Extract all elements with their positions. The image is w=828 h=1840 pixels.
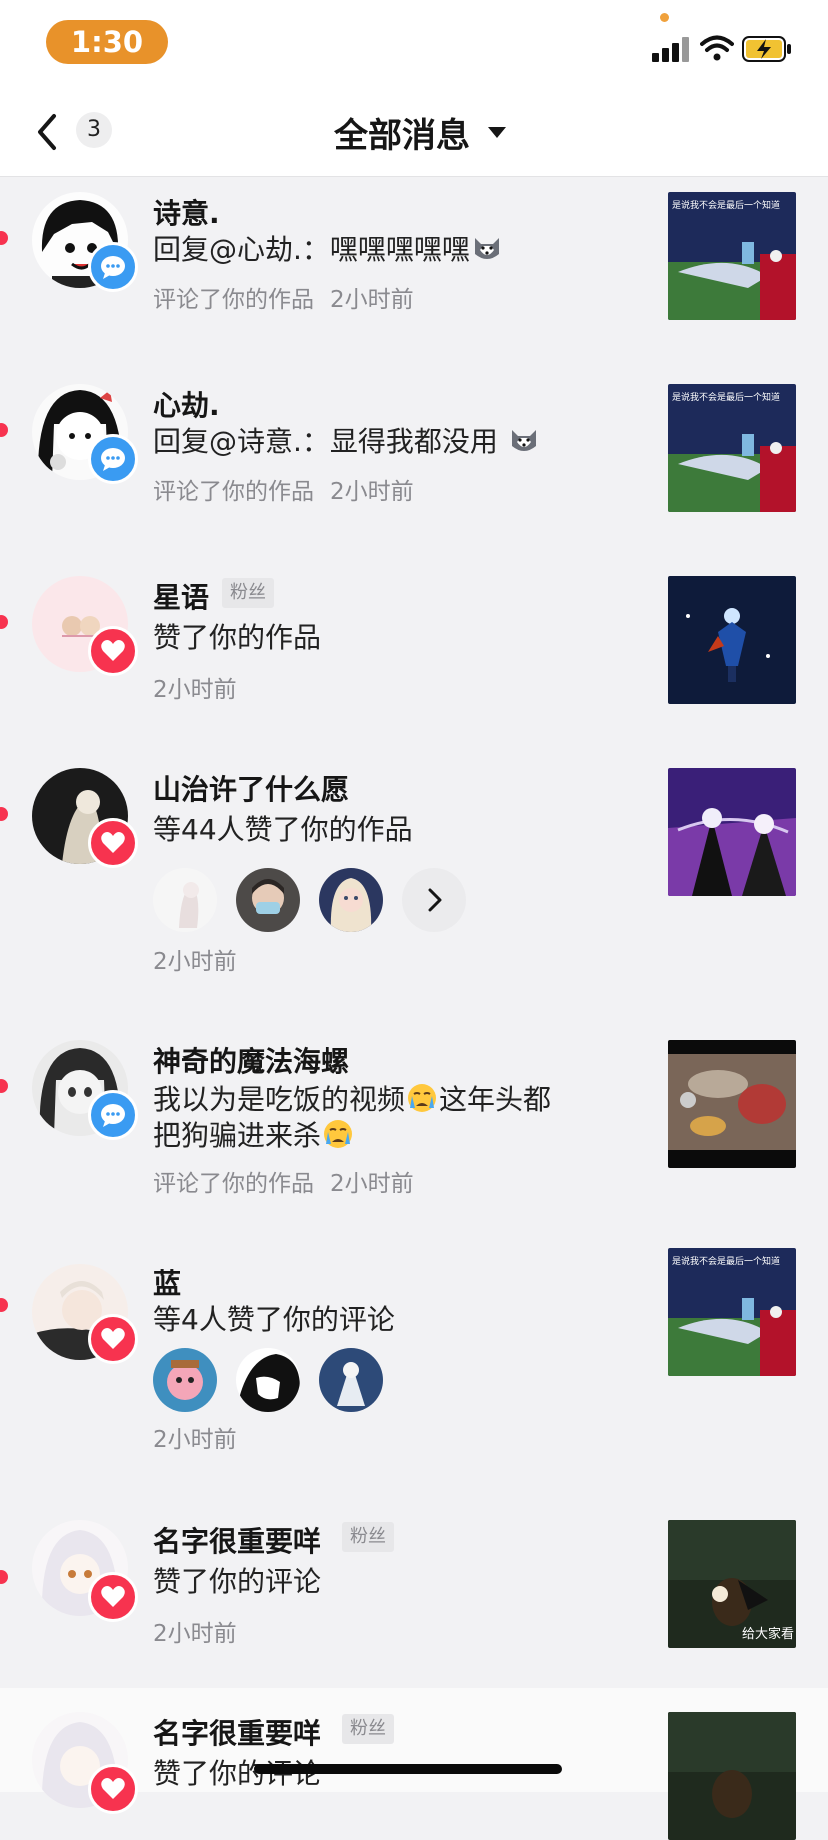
liker-avatar[interactable] (153, 868, 217, 932)
fan-tag: 粉丝 (342, 1714, 394, 1744)
unread-dot (0, 231, 8, 245)
post-thumbnail[interactable]: 是说我不会是最后一个知道 (668, 384, 796, 512)
more-likers-button[interactable] (402, 868, 466, 932)
nav-header: 3 全部消息 (0, 88, 828, 177)
comment-bubble-icon (88, 434, 138, 484)
user-name[interactable]: 山治许了什么愿 (153, 768, 349, 808)
home-indicator[interactable] (254, 1764, 562, 1774)
meta-time: 2小时前 (153, 949, 237, 975)
list-item[interactable]: 名字很重要咩 粉丝 赞了你的评论 2小时前 给大家看 (0, 1520, 828, 1688)
comment-bubble-icon (88, 242, 138, 292)
message-text: 等4人赞了你的评论 (153, 1303, 395, 1336)
user-name[interactable]: 名字很重要咩 (153, 1712, 321, 1752)
message-text: 回复@诗意.：显得我都没用 (153, 424, 623, 460)
liker-avatar[interactable] (153, 1348, 217, 1412)
thumb-caption: 是说我不会是最后一个知道 (672, 391, 780, 403)
list-item[interactable]: 诗意. 回复@心劫.：嘿嘿嘿嘿嘿 评论了你的作品 2小时前 是说我不会是最后一个知… (0, 176, 828, 368)
thumb-caption: 是说我不会是最后一个知道 (672, 199, 780, 211)
back-count-badge: 3 (76, 112, 112, 148)
heart-icon (88, 1314, 138, 1364)
user-name[interactable]: 星语 (153, 576, 209, 616)
fan-tag: 粉丝 (342, 1522, 394, 1552)
chevron-right-icon (428, 888, 442, 912)
thumb-caption: 给大家看 (742, 1626, 794, 1642)
meta-time: 2小时前 (153, 1427, 237, 1453)
user-name[interactable]: 神奇的魔法海螺 (153, 1040, 349, 1080)
list-item[interactable]: 名字很重要咩 粉丝 赞了你的评论 (0, 1712, 828, 1840)
user-name[interactable]: 名字很重要咩 (153, 1520, 321, 1560)
post-thumbnail[interactable]: 给大家看 (668, 1520, 796, 1648)
list-item[interactable]: 心劫. 回复@诗意.：显得我都没用 评论了你的作品 2小时前 是说我不会是最后一个… (0, 368, 828, 560)
wifi-icon (700, 35, 734, 61)
crying-face-emoji-icon (324, 1120, 353, 1148)
unread-dot (0, 1570, 8, 1584)
caret-down-icon (488, 126, 506, 138)
unread-dot (0, 423, 8, 437)
message-text: 回复@心劫.：嘿嘿嘿嘿嘿 (153, 232, 623, 268)
page-title: 全部消息 (334, 115, 470, 156)
unread-dot (0, 1079, 8, 1093)
meta-line: 评论了你的作品 2小时前 (153, 1171, 414, 1197)
user-name[interactable]: 心劫. (153, 384, 220, 424)
message-text: 等44人赞了你的作品 (153, 813, 413, 846)
husky-emoji-icon (474, 238, 499, 259)
message-text: 赞了你的作品 (153, 621, 322, 654)
heart-icon (88, 1764, 138, 1814)
post-thumbnail[interactable]: 是说我不会是最后一个知道 (668, 192, 796, 320)
fan-tag: 粉丝 (222, 578, 274, 608)
liker-avatar[interactable] (236, 1348, 300, 1412)
heart-icon (88, 1572, 138, 1622)
message-text: 我以为是吃饭的视频 这年头都 把狗骗进来杀 (153, 1083, 552, 1152)
list-item[interactable]: 星语 粉丝 赞了你的作品 2小时前 (0, 560, 828, 752)
meta-time: 2小时前 (153, 1621, 237, 1647)
heart-icon (88, 818, 138, 868)
meta-time: 2小时前 (153, 677, 237, 703)
unread-dot (0, 615, 8, 629)
unread-dot (0, 1298, 8, 1312)
heart-icon (88, 626, 138, 676)
user-name[interactable]: 诗意. (153, 192, 220, 232)
husky-emoji-icon (511, 430, 536, 451)
privacy-indicator-dot (660, 13, 669, 22)
list-item[interactable]: 蓝 等4人赞了你的评论 2小时前 是说我不会是最后一个知道 (0, 1248, 828, 1520)
message-text: 赞了你的评论 (153, 1565, 322, 1598)
meta-line: 评论了你的作品 2小时前 (153, 287, 414, 313)
user-name[interactable]: 蓝 (153, 1262, 181, 1302)
crying-face-emoji-icon (408, 1084, 437, 1112)
post-thumbnail[interactable] (668, 576, 796, 704)
unread-dot (0, 807, 8, 821)
liker-avatar[interactable] (319, 868, 383, 932)
battery-charging-icon (742, 36, 791, 62)
post-thumbnail[interactable] (668, 1712, 796, 1840)
post-thumbnail[interactable] (668, 1040, 796, 1168)
thumb-caption: 是说我不会是最后一个知道 (672, 1255, 780, 1267)
signal-icon (652, 36, 692, 62)
post-thumbnail[interactable] (668, 768, 796, 896)
message-text: 赞了你的评论 (153, 1757, 322, 1790)
comment-bubble-icon (88, 1090, 138, 1140)
liker-avatar[interactable] (319, 1348, 383, 1412)
status-bar: 1:30 (0, 0, 828, 88)
meta-line: 评论了你的作品 2小时前 (153, 479, 414, 505)
post-thumbnail[interactable]: 是说我不会是最后一个知道 (668, 1248, 796, 1376)
back-chevron-icon[interactable] (30, 110, 70, 154)
list-item[interactable]: 神奇的魔法海螺 我以为是吃饭的视频 这年头都 把狗骗进来杀 评论了你的作品 2小时前 (0, 1024, 828, 1248)
list-item[interactable]: 山治许了什么愿 等44人赞了你的作品 2小时前 (0, 752, 828, 1024)
liker-avatar[interactable] (236, 868, 300, 932)
title-dropdown[interactable]: 全部消息 (300, 110, 540, 156)
status-time[interactable]: 1:30 (46, 20, 168, 64)
